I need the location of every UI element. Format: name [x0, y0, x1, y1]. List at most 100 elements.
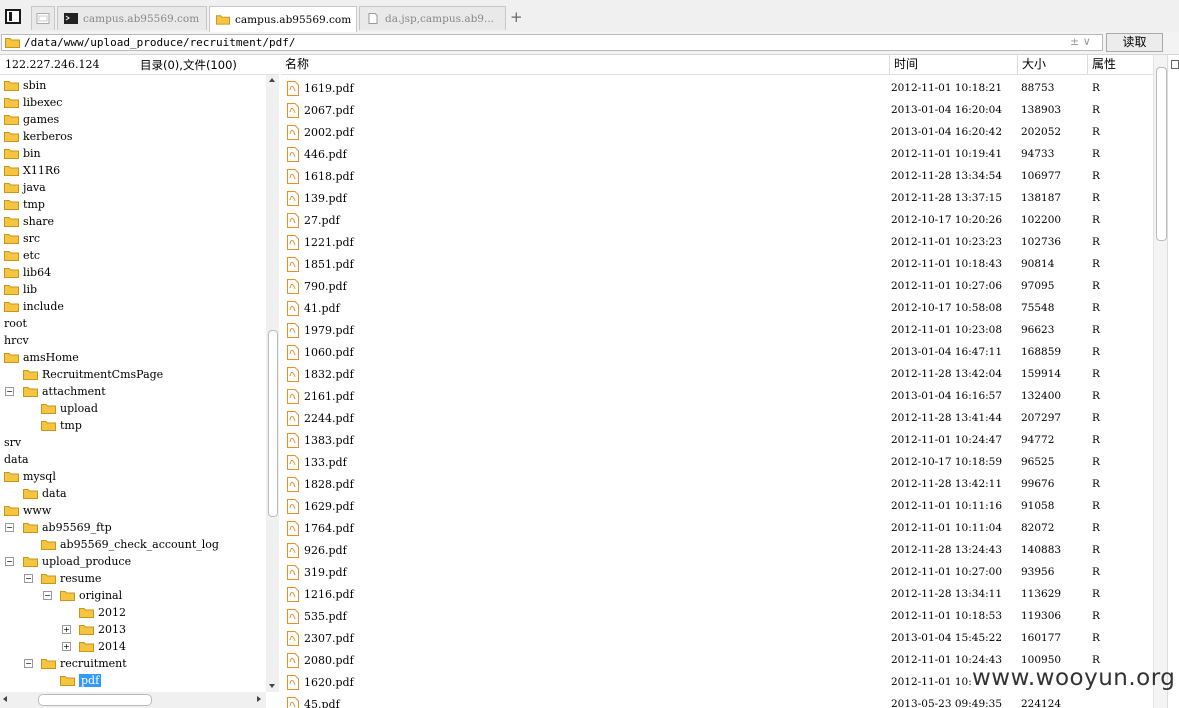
- tree-item[interactable]: recruitment: [41, 655, 127, 672]
- expand-icon[interactable]: +: [62, 625, 71, 634]
- tree-item[interactable]: libexec: [4, 94, 62, 111]
- tree-item[interactable]: lib: [4, 281, 37, 298]
- file-row[interactable]: 1832.pdf 2012-11-28 13:42:04 159914 R: [281, 364, 1153, 386]
- tree-item-label: sbin: [23, 79, 47, 92]
- file-row[interactable]: 790.pdf 2012-11-01 10:27:06 97095 R: [281, 276, 1153, 298]
- file-row[interactable]: 133.pdf 2012-10-17 10:18:59 96525 R: [281, 452, 1153, 474]
- file-row[interactable]: 2161.pdf 2013-01-04 16:16:57 132400 R: [281, 386, 1153, 408]
- path-dropdown-icon[interactable]: ± ∨: [1070, 35, 1091, 48]
- tree-item[interactable]: srv: [4, 434, 21, 451]
- tree-item-label: hrcv: [4, 334, 29, 347]
- tree-item[interactable]: ab95569_ftp: [23, 519, 112, 536]
- path-input[interactable]: /data/www/upload_produce/recruitment/pdf…: [1, 34, 1103, 51]
- file-row[interactable]: 1629.pdf 2012-11-01 10:11:16 91058 R: [281, 496, 1153, 518]
- tree-item[interactable]: original: [60, 587, 122, 604]
- tree-item[interactable]: src: [4, 230, 40, 247]
- file-row[interactable]: 1216.pdf 2012-11-28 13:34:11 113629 R: [281, 584, 1153, 606]
- tree-item[interactable]: sbin: [4, 77, 46, 94]
- file-list-scrollbar[interactable]: [1153, 55, 1168, 708]
- tree-item[interactable]: upload_produce: [23, 553, 131, 570]
- scroll-left-arrow-icon[interactable]: [3, 696, 7, 702]
- file-row[interactable]: 27.pdf 2012-10-17 10:20:26 102200 R: [281, 210, 1153, 232]
- tree-item[interactable]: games: [4, 111, 59, 128]
- collapse-icon[interactable]: [1171, 60, 1179, 69]
- tree-item[interactable]: amsHome: [4, 349, 79, 366]
- tree-item[interactable]: data: [4, 451, 29, 468]
- expand-icon[interactable]: +: [62, 642, 71, 651]
- file-row[interactable]: 41.pdf 2012-10-17 10:58:08 75548 R: [281, 298, 1153, 320]
- tree-item[interactable]: data: [23, 485, 67, 502]
- tree-item[interactable]: attachment: [23, 383, 106, 400]
- file-name: 1620.pdf: [304, 676, 354, 689]
- tab-blank[interactable]: [31, 6, 55, 30]
- file-row[interactable]: 446.pdf 2012-11-01 10:19:41 94733 R: [281, 144, 1153, 166]
- file-row[interactable]: 45.pdf 2013-05-23 09:49:35 224124: [281, 694, 1153, 708]
- file-row[interactable]: 1060.pdf 2013-01-04 16:47:11 168859 R: [281, 342, 1153, 364]
- tree-item[interactable]: resume: [41, 570, 101, 587]
- tree-item[interactable]: 2013: [79, 621, 126, 638]
- scroll-right-arrow-icon[interactable]: [257, 696, 261, 702]
- panel-toggle-icon[interactable]: [5, 9, 21, 24]
- scroll-thumb[interactable]: [1156, 67, 1167, 241]
- file-row[interactable]: 926.pdf 2012-11-28 13:24:43 140883 R: [281, 540, 1153, 562]
- pdf-file-icon: [287, 103, 299, 118]
- file-row[interactable]: 1618.pdf 2012-11-28 13:34:54 106977 R: [281, 166, 1153, 188]
- tree-item[interactable]: 2014: [79, 638, 126, 655]
- file-row[interactable]: 1828.pdf 2012-11-28 13:42:11 99676 R: [281, 474, 1153, 496]
- file-row[interactable]: 2307.pdf 2013-01-04 15:45:22 160177 R: [281, 628, 1153, 650]
- file-row[interactable]: 535.pdf 2012-11-01 10:18:53 119306 R: [281, 606, 1153, 628]
- tree-item[interactable]: bin: [4, 145, 41, 162]
- tree-item-label: original: [79, 589, 123, 602]
- file-row[interactable]: 1221.pdf 2012-11-01 10:23:23 102736 R: [281, 232, 1153, 254]
- tree-item[interactable]: lib64: [4, 264, 51, 281]
- tab-file-manager[interactable]: campus.ab95569.com: [209, 6, 357, 32]
- scroll-thumb[interactable]: [268, 330, 278, 517]
- tree-item[interactable]: java: [4, 179, 46, 196]
- file-row[interactable]: 1851.pdf 2012-11-01 10:18:43 90814 R: [281, 254, 1153, 276]
- file-row[interactable]: 139.pdf 2012-11-28 13:37:15 138187 R: [281, 188, 1153, 210]
- collapse-icon[interactable]: −: [5, 557, 14, 566]
- scroll-up-arrow-icon[interactable]: [269, 78, 275, 82]
- tree-item[interactable]: 2012: [79, 604, 126, 621]
- file-row[interactable]: 1979.pdf 2012-11-01 10:23:08 96623 R: [281, 320, 1153, 342]
- tree-item[interactable]: kerberos: [4, 128, 73, 145]
- tree-item[interactable]: etc: [4, 247, 40, 264]
- tree-item[interactable]: root: [4, 315, 27, 332]
- file-row[interactable]: 319.pdf 2012-11-01 10:27:00 93956 R: [281, 562, 1153, 584]
- tab-terminal[interactable]: campus.ab95569.com: [57, 6, 207, 30]
- tree-item[interactable]: tmp: [41, 417, 82, 434]
- tree-item[interactable]: upload: [41, 400, 98, 417]
- tree-item[interactable]: hrcv: [4, 332, 29, 349]
- tree-item[interactable]: X11R6: [4, 162, 60, 179]
- tree-item[interactable]: mysql: [4, 468, 56, 485]
- collapse-icon[interactable]: −: [5, 387, 14, 396]
- tree-item[interactable]: include: [4, 298, 64, 315]
- tab-da-jsp[interactable]: da.jsp,campus.ab9...: [359, 6, 506, 30]
- scroll-thumb[interactable]: [38, 694, 152, 706]
- column-time[interactable]: 时间: [889, 55, 1017, 74]
- collapse-icon[interactable]: −: [5, 523, 14, 532]
- file-row[interactable]: 2002.pdf 2013-01-04 16:20:42 202052 R: [281, 122, 1153, 144]
- new-tab-button[interactable]: +: [510, 8, 523, 26]
- file-row[interactable]: 1619.pdf 2012-11-01 10:18:21 88753 R: [281, 78, 1153, 100]
- read-button[interactable]: 读取: [1106, 33, 1163, 52]
- tree-item[interactable]: pdf: [60, 672, 102, 689]
- scroll-down-arrow-icon[interactable]: [269, 684, 275, 688]
- tree-item[interactable]: ab95569_check_account_log: [41, 536, 219, 553]
- collapse-icon[interactable]: −: [24, 659, 33, 668]
- file-row[interactable]: 2244.pdf 2012-11-28 13:41:44 207297 R: [281, 408, 1153, 430]
- collapse-icon[interactable]: −: [24, 574, 33, 583]
- tree-vertical-scrollbar[interactable]: [266, 75, 279, 692]
- tree-item[interactable]: tmp: [4, 196, 45, 213]
- tree-horizontal-scrollbar[interactable]: [0, 692, 266, 708]
- column-size[interactable]: 大小: [1017, 55, 1087, 74]
- column-attr[interactable]: 属性: [1087, 55, 1153, 74]
- column-name[interactable]: 名称: [281, 55, 889, 74]
- tree-item[interactable]: RecruitmentCmsPage: [23, 366, 163, 383]
- file-row[interactable]: 2067.pdf 2013-01-04 16:20:04 138903 R: [281, 100, 1153, 122]
- file-row[interactable]: 1383.pdf 2012-11-01 10:24:47 94772 R: [281, 430, 1153, 452]
- collapse-icon[interactable]: −: [43, 591, 52, 600]
- tree-item[interactable]: www: [4, 502, 51, 519]
- file-row[interactable]: 1764.pdf 2012-11-01 10:11:04 82072 R: [281, 518, 1153, 540]
- tree-item[interactable]: share: [4, 213, 54, 230]
